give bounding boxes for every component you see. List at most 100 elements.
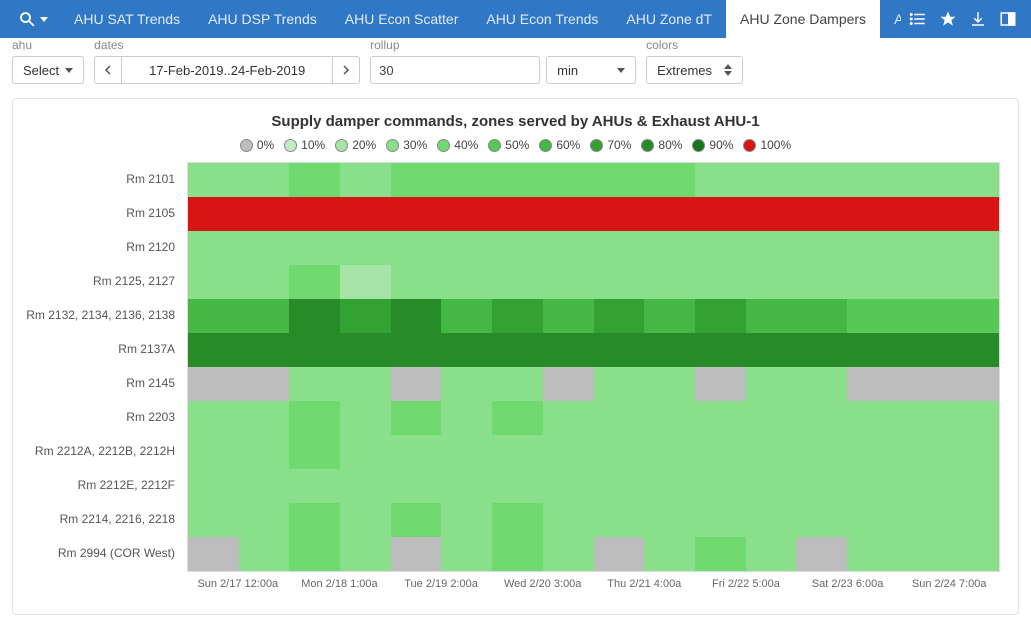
heatmap-cell[interactable] (543, 435, 594, 469)
heatmap-cell[interactable] (796, 401, 847, 435)
heatmap-cell[interactable] (492, 435, 543, 469)
tab-econ-trends[interactable]: AHU Econ Trends (472, 0, 612, 38)
star-icon[interactable] (939, 10, 957, 28)
heatmap-cell[interactable] (594, 401, 645, 435)
heatmap-cell[interactable] (340, 469, 391, 503)
heatmap-cell[interactable] (188, 333, 239, 367)
heatmap-cell[interactable] (289, 367, 340, 401)
heatmap-cell[interactable] (594, 435, 645, 469)
heatmap-cell[interactable] (340, 299, 391, 333)
legend-item[interactable]: 100% (743, 138, 791, 152)
heatmap-cell[interactable] (188, 231, 239, 265)
dates-prev-button[interactable] (94, 56, 122, 84)
heatmap-cell[interactable] (695, 333, 746, 367)
heatmap-cell[interactable] (847, 401, 898, 435)
heatmap-cell[interactable] (340, 163, 391, 197)
heatmap-cell[interactable] (441, 503, 492, 537)
rollup-value-input[interactable]: 30 (370, 56, 540, 84)
heatmap-cell[interactable] (847, 469, 898, 503)
heatmap-cell[interactable] (746, 537, 797, 571)
heatmap-cell[interactable] (441, 435, 492, 469)
heatmap-cell[interactable] (441, 163, 492, 197)
heatmap-cell[interactable] (746, 435, 797, 469)
heatmap-cell[interactable] (492, 537, 543, 571)
heatmap-cell[interactable] (441, 265, 492, 299)
heatmap-cell[interactable] (289, 163, 340, 197)
heatmap-cell[interactable] (898, 503, 949, 537)
heatmap-cell[interactable] (391, 435, 442, 469)
heatmap-cell[interactable] (239, 265, 290, 299)
tab-dsp-trends[interactable]: AHU DSP Trends (194, 0, 331, 38)
heatmap-cell[interactable] (391, 197, 442, 231)
heatmap-cell[interactable] (847, 163, 898, 197)
heatmap-cell[interactable] (543, 265, 594, 299)
heatmap-cell[interactable] (391, 469, 442, 503)
heatmap-cell[interactable] (492, 469, 543, 503)
heatmap-cell[interactable] (847, 231, 898, 265)
heatmap-cell[interactable] (695, 265, 746, 299)
heatmap-cell[interactable] (340, 537, 391, 571)
heatmap-cell[interactable] (644, 163, 695, 197)
heatmap-cell[interactable] (695, 469, 746, 503)
heatmap-cell[interactable] (340, 333, 391, 367)
heatmap-cell[interactable] (289, 435, 340, 469)
heatmap-cell[interactable] (492, 401, 543, 435)
heatmap-cell[interactable] (340, 401, 391, 435)
heatmap-cell[interactable] (898, 469, 949, 503)
heatmap-cell[interactable] (188, 537, 239, 571)
heatmap-cell[interactable] (948, 367, 999, 401)
heatmap-cell[interactable] (644, 231, 695, 265)
heatmap-cell[interactable] (898, 537, 949, 571)
rollup-unit-select[interactable]: min (546, 56, 636, 84)
heatmap-cell[interactable] (746, 299, 797, 333)
heatmap-cell[interactable] (188, 401, 239, 435)
ahu-select[interactable]: Select (12, 56, 84, 84)
heatmap-cell[interactable] (644, 333, 695, 367)
legend-item[interactable]: 70% (590, 138, 631, 152)
heatmap-cell[interactable] (796, 163, 847, 197)
heatmap-cell[interactable] (441, 333, 492, 367)
heatmap-cell[interactable] (188, 265, 239, 299)
heatmap-cell[interactable] (543, 401, 594, 435)
heatmap-cell[interactable] (695, 197, 746, 231)
heatmap-cell[interactable] (796, 333, 847, 367)
heatmap-cell[interactable] (492, 163, 543, 197)
heatmap-cell[interactable] (847, 299, 898, 333)
heatmap-cell[interactable] (746, 265, 797, 299)
heatmap-cell[interactable] (898, 401, 949, 435)
heatmap-cell[interactable] (847, 265, 898, 299)
heatmap-cell[interactable] (289, 503, 340, 537)
heatmap-cell[interactable] (239, 197, 290, 231)
heatmap-cell[interactable] (188, 299, 239, 333)
heatmap-cell[interactable] (644, 469, 695, 503)
heatmap-cell[interactable] (796, 469, 847, 503)
heatmap-cell[interactable] (543, 503, 594, 537)
heatmap-cell[interactable] (847, 503, 898, 537)
heatmap-cell[interactable] (340, 367, 391, 401)
heatmap-cell[interactable] (543, 537, 594, 571)
heatmap-cell[interactable] (746, 333, 797, 367)
heatmap-cell[interactable] (898, 163, 949, 197)
heatmap-cell[interactable] (391, 299, 442, 333)
heatmap-cell[interactable] (340, 265, 391, 299)
heatmap-cell[interactable] (543, 469, 594, 503)
heatmap-cell[interactable] (796, 299, 847, 333)
heatmap-cell[interactable] (289, 401, 340, 435)
heatmap-cell[interactable] (543, 367, 594, 401)
heatmap-cell[interactable] (948, 469, 999, 503)
heatmap-cell[interactable] (644, 367, 695, 401)
heatmap-cell[interactable] (695, 367, 746, 401)
heatmap-cell[interactable] (847, 435, 898, 469)
heatmap-cell[interactable] (289, 299, 340, 333)
panel-icon[interactable] (999, 10, 1017, 28)
heatmap-cell[interactable] (289, 333, 340, 367)
heatmap-cell[interactable] (948, 435, 999, 469)
heatmap-cell[interactable] (391, 537, 442, 571)
heatmap-cell[interactable] (695, 537, 746, 571)
heatmap-cell[interactable] (948, 197, 999, 231)
heatmap-cell[interactable] (948, 265, 999, 299)
heatmap-cell[interactable] (948, 401, 999, 435)
heatmap-cell[interactable] (188, 469, 239, 503)
heatmap-cell[interactable] (340, 435, 391, 469)
heatmap-cell[interactable] (543, 163, 594, 197)
